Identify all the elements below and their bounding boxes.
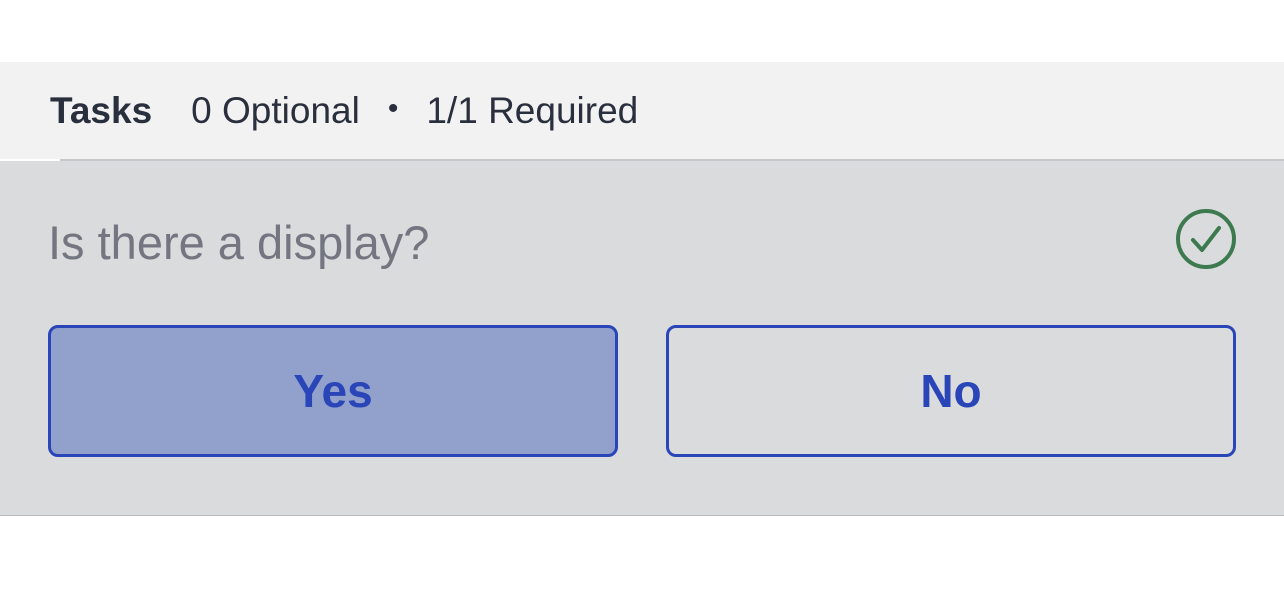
optional-count: 0 Optional <box>191 89 360 131</box>
check-circle-icon <box>1176 209 1236 269</box>
task-card: Is there a display? Yes No <box>0 161 1284 516</box>
no-button-label: No <box>920 365 982 417</box>
page: Tasks 0 Optional • 1/1 Required Is there… <box>0 0 1284 603</box>
no-button[interactable]: No <box>666 325 1236 457</box>
question-text: Is there a display? <box>48 216 430 269</box>
tasks-title: Tasks <box>50 89 153 131</box>
tasks-header: Tasks 0 Optional • 1/1 Required <box>0 62 1284 159</box>
separator-dot: • <box>387 91 399 125</box>
yes-button[interactable]: Yes <box>48 325 618 457</box>
required-count: 1/1 Required <box>426 89 639 131</box>
yes-button-label: Yes <box>293 365 373 417</box>
